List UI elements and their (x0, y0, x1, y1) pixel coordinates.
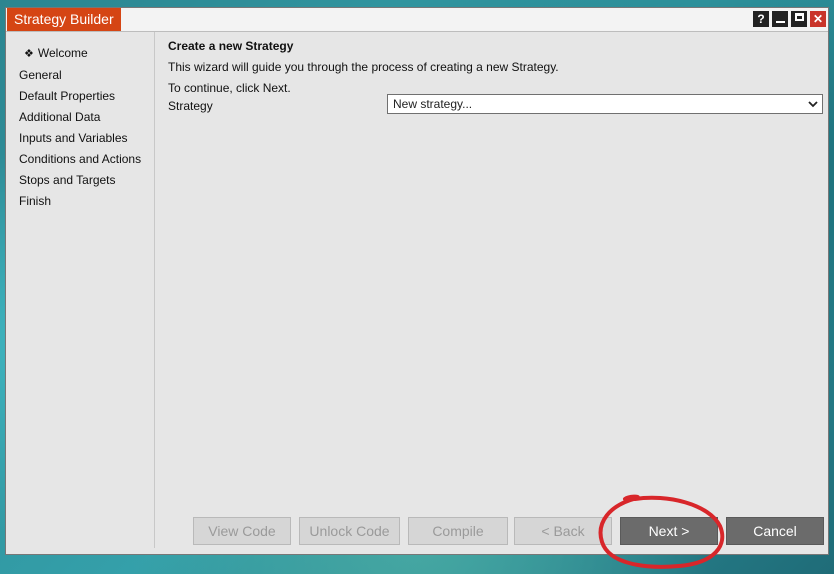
wizard-content: Create a new Strategy This wizard will g… (168, 32, 828, 554)
strategy-builder-window: Strategy Builder ? ✕ ❖ Welcome General De… (5, 7, 829, 555)
wizard-steps-sidebar: ❖ Welcome General Default Properties Addi… (6, 32, 155, 548)
cancel-button[interactable]: Cancel (726, 517, 824, 545)
title-bar[interactable]: Strategy Builder ? ✕ (6, 8, 828, 32)
diamond-bullet-icon: ❖ (24, 48, 34, 60)
compile-button[interactable]: Compile (408, 517, 508, 545)
strategy-label: Strategy (168, 99, 213, 113)
maximize-icon (794, 13, 804, 21)
sidebar-item-inputs-and-variables[interactable]: Inputs and Variables (19, 131, 128, 145)
back-button[interactable]: < Back (514, 517, 612, 545)
window-title: Strategy Builder (7, 8, 121, 31)
sidebar-item-general[interactable]: General (19, 68, 62, 82)
minimize-button[interactable] (772, 11, 788, 27)
view-code-button[interactable]: View Code (193, 517, 291, 545)
wizard-description: This wizard will guide you through the p… (168, 60, 559, 74)
sidebar-item-welcome[interactable]: ❖ Welcome (24, 46, 88, 60)
sidebar-item-conditions-and-actions[interactable]: Conditions and Actions (19, 152, 141, 166)
minimize-icon (775, 21, 785, 23)
sidebar-item-additional-data[interactable]: Additional Data (19, 110, 100, 124)
wizard-instruction: To continue, click Next. (168, 81, 291, 95)
unlock-code-button[interactable]: Unlock Code (299, 517, 400, 545)
sidebar-item-stops-and-targets[interactable]: Stops and Targets (19, 173, 116, 187)
chevron-down-icon (808, 101, 818, 108)
page-title: Create a new Strategy (168, 39, 294, 53)
close-button[interactable]: ✕ (810, 11, 826, 27)
sidebar-item-label: Welcome (37, 46, 88, 60)
maximize-button[interactable] (791, 11, 807, 27)
help-button[interactable]: ? (753, 11, 769, 27)
strategy-select[interactable]: New strategy... (387, 94, 823, 114)
sidebar-item-finish[interactable]: Finish (19, 194, 51, 208)
window-controls: ? ✕ (753, 11, 826, 27)
strategy-select-value: New strategy... (393, 97, 473, 111)
next-button[interactable]: Next > (620, 517, 718, 545)
sidebar-item-default-properties[interactable]: Default Properties (19, 89, 115, 103)
